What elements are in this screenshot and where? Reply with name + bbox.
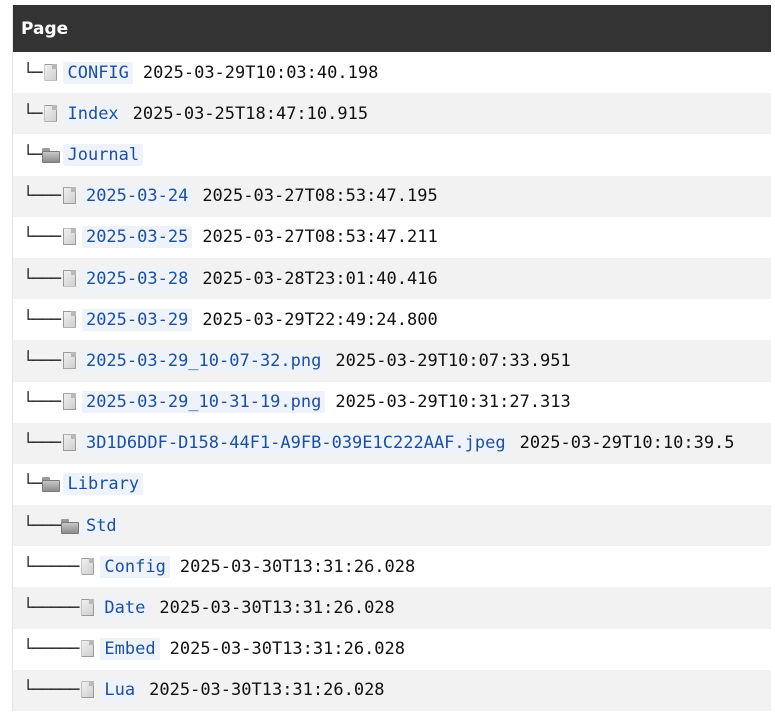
file-icon [41, 104, 61, 124]
tree-connector: └───── [23, 680, 79, 701]
tree-connector: └─── [23, 227, 61, 248]
tree-row: └───── Embed 2025-03-30T13:31:26.028 [13, 629, 771, 670]
tree-row: └─── 2025-03-28 2025-03-28T23:01:40.416 [13, 257, 771, 300]
modified-timestamp: 2025-03-29T22:49:24.800 [202, 309, 438, 330]
tree-connector: └─ [23, 103, 43, 124]
modified-timestamp: 2025-03-27T08:53:47.211 [202, 227, 438, 248]
page-link[interactable]: Date [100, 597, 150, 620]
tree-row: └─ Index 2025-03-25T18:47:10.915 [13, 93, 771, 135]
modified-timestamp: 2025-03-30T13:31:26.028 [149, 680, 385, 701]
page-link[interactable]: 2025-03-25 [81, 226, 193, 249]
tree-connector: └─── [23, 392, 61, 413]
page-link[interactable]: Journal [63, 143, 144, 166]
tree-connector: └───── [23, 639, 79, 660]
tree-row: └─── 2025-03-29 2025-03-29T22:49:24.800 [13, 299, 771, 340]
tree-row: └─ CONFIG 2025-03-29T10:03:40.198 [13, 52, 771, 93]
file-icon [78, 680, 98, 700]
page-link[interactable]: 2025-03-29 [81, 308, 193, 331]
tree-rows: └─ CONFIG 2025-03-29T10:03:40.198 └─ Index 20… [13, 52, 771, 711]
page-link[interactable]: Std [81, 514, 121, 537]
file-icon [78, 598, 98, 618]
page-link[interactable]: Lua [100, 679, 140, 702]
modified-timestamp: 2025-03-27T08:53:47.195 [202, 186, 438, 207]
page-link[interactable]: Embed [100, 638, 160, 661]
tree-connector: └───── [23, 556, 79, 577]
tree-connector: └─── [23, 433, 61, 454]
file-icon [60, 351, 80, 371]
page-link[interactable]: 3D1D6DDF-D158-44F1-A9FB-039E1C222AAF.jpe… [81, 432, 510, 455]
file-icon [78, 639, 98, 659]
page-link[interactable]: Config [100, 555, 170, 578]
tree-row: └─ Library [13, 464, 771, 505]
tree-row: └───── Date 2025-03-30T13:31:26.028 [13, 587, 771, 629]
tree-row: └─ Journal [13, 134, 771, 175]
file-icon [60, 186, 80, 206]
file-icon [60, 227, 80, 247]
folder-icon [41, 145, 61, 165]
column-header-page[interactable]: Page [13, 5, 771, 52]
tree-connector: └─ [23, 62, 43, 83]
modified-timestamp: 2025-03-28T23:01:40.416 [202, 268, 438, 289]
page-link[interactable]: CONFIG [63, 61, 133, 84]
modified-timestamp: 2025-03-29T10:03:40.198 [142, 62, 379, 83]
tree-connector: └─ [23, 474, 43, 495]
modified-timestamp: 2025-03-29T10:31:27.313 [335, 392, 571, 413]
tree-row: └─── 2025-03-25 2025-03-27T08:53:47.211 [13, 217, 771, 258]
page-link[interactable]: 2025-03-28 [81, 267, 193, 290]
page-link[interactable]: 2025-03-29_10-31-19.png [81, 391, 326, 414]
file-icon [60, 433, 80, 453]
page-tree-table: Page └─ CONFIG 2025-03-29T10:03:40.198 └─ In… [12, 5, 771, 711]
tree-connector: └─── [23, 268, 61, 289]
tree-row: └─── Std [13, 505, 771, 547]
file-icon [60, 392, 80, 412]
tree-connector: └─ [23, 144, 43, 165]
modified-timestamp: 2025-03-30T13:31:26.028 [159, 598, 395, 619]
tree-row: └─── 3D1D6DDF-D158-44F1-A9FB-039E1C222AAF… [13, 422, 771, 464]
file-icon [60, 310, 80, 330]
page-link[interactable]: 2025-03-24 [81, 185, 193, 208]
folder-icon [41, 474, 61, 494]
modified-timestamp: 2025-03-30T13:31:26.028 [169, 639, 406, 660]
tree-connector: └───── [23, 598, 79, 619]
tree-connector: └─── [23, 309, 61, 330]
page-link[interactable]: Library [63, 473, 144, 496]
page-link[interactable]: 2025-03-29_10-07-32.png [81, 349, 326, 372]
tree-row: └─── 2025-03-24 2025-03-27T08:53:47.195 [13, 175, 771, 217]
tree-connector: └─── [23, 515, 61, 536]
modified-timestamp: 2025-03-25T18:47:10.915 [132, 103, 369, 124]
folder-icon [60, 516, 80, 536]
tree-row: └───── Config 2025-03-30T13:31:26.028 [13, 546, 771, 587]
modified-timestamp: 2025-03-29T10:10:39.5 [519, 433, 735, 454]
modified-timestamp: 2025-03-30T13:31:26.028 [179, 556, 416, 577]
tree-connector: └─── [23, 186, 61, 207]
page-link[interactable]: Index [63, 102, 123, 125]
tree-row: └───── Lua 2025-03-30T13:31:26.028 [13, 669, 771, 711]
file-icon [41, 63, 61, 83]
tree-row: └─── 2025-03-29_10-07-32.png 2025-03-29T10… [13, 340, 771, 382]
modified-timestamp: 2025-03-29T10:07:33.951 [335, 350, 571, 371]
file-icon [78, 557, 98, 577]
tree-connector: └─── [23, 350, 61, 371]
file-icon [60, 269, 80, 289]
tree-row: └─── 2025-03-29_10-31-19.png 2025-03-29T10… [13, 382, 771, 423]
